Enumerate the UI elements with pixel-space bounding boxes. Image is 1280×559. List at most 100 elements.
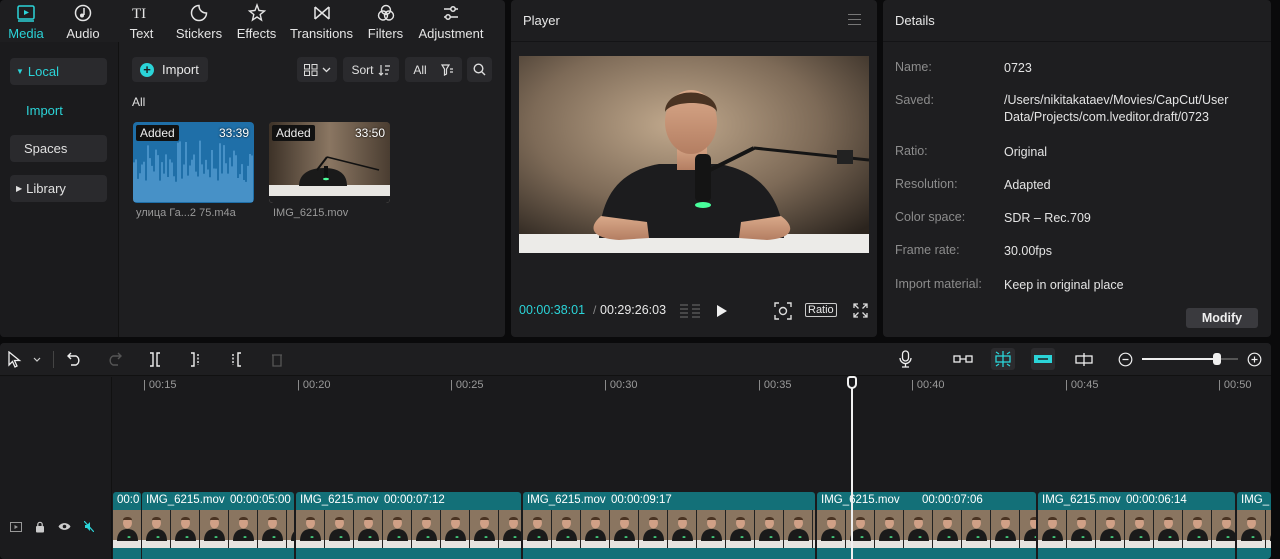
mute-icon[interactable]	[84, 521, 94, 532]
timeline-toolbar	[0, 343, 1271, 376]
sidebar-item-local[interactable]: ▼ Local	[10, 58, 107, 85]
duration-label: 33:50	[354, 126, 385, 140]
section-label: All	[132, 95, 146, 109]
media-sidebar: ▼ Local Import Spaces ▶ Library	[0, 42, 119, 337]
undo-icon[interactable]	[67, 352, 82, 366]
clip-filmstrip	[1038, 510, 1235, 548]
trim-right-icon[interactable]	[230, 352, 242, 367]
filters-icon	[377, 4, 394, 21]
tab-audio[interactable]: Audio	[52, 0, 114, 42]
clip-filmstrip	[1237, 510, 1271, 548]
text-icon: TI	[132, 6, 146, 22]
lock-icon[interactable]	[35, 521, 45, 533]
total-time: 00:29:26:03	[600, 303, 667, 317]
time-separator: /	[593, 303, 597, 317]
microphone-icon[interactable]	[899, 350, 912, 368]
tab-filters[interactable]: Filters	[359, 0, 412, 42]
ruler-tick: | 00:25	[450, 379, 484, 391]
timeline-panel: | 00:15 | 00:20 | 00:25 | 00:30 | 00:35 …	[0, 343, 1271, 559]
media-item-audio[interactable]: Added 33:39	[133, 122, 254, 203]
tab-label: Filters	[367, 26, 404, 41]
timeline-layout-icon[interactable]	[679, 303, 701, 319]
link-icon[interactable]	[953, 354, 973, 364]
modify-button[interactable]: Modify	[1186, 308, 1258, 328]
player-title: Player	[523, 13, 560, 28]
svg-text:TI: TI	[132, 6, 146, 22]
playhead-handle[interactable]	[847, 376, 857, 389]
filter-icon	[440, 63, 453, 76]
tab-text[interactable]: TI Text	[114, 0, 169, 42]
ruler-tick: | 00:30	[604, 379, 638, 391]
sidebar-item-import[interactable]: Import	[26, 103, 63, 118]
snap-button[interactable]	[991, 348, 1015, 370]
video-frame-image	[519, 56, 869, 253]
audio-icon	[74, 4, 92, 22]
tab-label: Adjustment	[418, 26, 484, 41]
chevron-down-icon: ▼	[16, 67, 24, 76]
menu-icon[interactable]	[848, 14, 861, 25]
stickers-icon	[190, 4, 208, 22]
clip-filmstrip	[296, 510, 521, 548]
filter-button[interactable]: All	[405, 57, 462, 82]
sidebar-item-library[interactable]: ▶ Library	[10, 175, 107, 202]
delete-icon[interactable]	[271, 352, 283, 367]
video-preview[interactable]	[519, 56, 869, 253]
zoom-slider-handle[interactable]	[1212, 353, 1221, 365]
play-icon[interactable]	[716, 304, 728, 318]
search-button[interactable]	[467, 57, 492, 82]
fullscreen-crop-icon[interactable]	[774, 302, 792, 320]
eye-icon[interactable]	[58, 522, 71, 531]
media-icon	[17, 5, 35, 22]
sort-icon	[378, 64, 390, 76]
video-track-icon	[10, 522, 22, 532]
chevron-down-icon	[322, 67, 330, 72]
added-badge: Added	[272, 125, 315, 141]
snap-icon	[995, 351, 1011, 367]
view-mode-button[interactable]	[297, 57, 337, 82]
expand-icon[interactable]	[853, 303, 868, 318]
timeline-clip[interactable]: IMG_6215.mov 00:00:07:06	[817, 492, 1036, 559]
zoom-in-icon[interactable]	[1247, 352, 1262, 367]
plus-icon: +	[140, 62, 154, 77]
timeline-clip[interactable]: IMG_6215.mov 00:00:07:12	[296, 492, 521, 559]
tab-effects[interactable]: Effects	[229, 0, 284, 42]
timeline-ruler[interactable]: | 00:15 | 00:20 | 00:25 | 00:30 | 00:35 …	[112, 377, 1271, 393]
redo-icon[interactable]	[107, 352, 122, 366]
playhead[interactable]	[851, 378, 853, 559]
zoom-slider-fill	[1142, 358, 1217, 360]
top-nav: Media Audio TI Text Stickers Effects Tra…	[0, 0, 505, 42]
media-item-name: улица Га...2 75.m4a	[136, 207, 236, 219]
current-time: 00:00:38:01	[519, 303, 586, 317]
split-icon[interactable]	[149, 352, 161, 367]
split-view-icon[interactable]	[1075, 352, 1093, 367]
clip-filmstrip	[817, 510, 1036, 548]
tab-label: Transitions	[289, 26, 354, 41]
media-item-video[interactable]: Added 33:50	[269, 122, 390, 203]
timeline-clip[interactable]: IMG_6215.mov 00:00:06:14	[1038, 492, 1235, 559]
clip-filmstrip	[523, 510, 815, 548]
tab-label: Media	[8, 26, 44, 41]
import-button[interactable]: + Import	[132, 57, 208, 82]
tab-transitions[interactable]: Transitions	[284, 0, 359, 42]
link-clips-button[interactable]	[1031, 348, 1055, 370]
zoom-out-icon[interactable]	[1118, 352, 1133, 367]
tab-label: Text	[129, 26, 154, 41]
zoom-slider[interactable]	[1142, 353, 1238, 365]
ratio-button[interactable]: Ratio	[805, 303, 837, 317]
clip-filmstrip	[113, 510, 141, 548]
tab-media[interactable]: Media	[0, 0, 52, 42]
trim-left-icon[interactable]	[190, 352, 202, 367]
timeline-clip[interactable]: 00:0	[113, 492, 141, 559]
chevron-down-icon[interactable]	[33, 357, 41, 362]
timeline-clip[interactable]: IMG_6215.mov 00:00:09:17	[523, 492, 815, 559]
clip-filmstrip	[142, 510, 294, 548]
select-cursor-icon[interactable]	[8, 351, 22, 368]
sort-button[interactable]: Sort	[343, 57, 399, 82]
timeline-clip[interactable]: IMG_6215.mov 00:00:05:00	[142, 492, 294, 559]
sidebar-item-spaces[interactable]: Spaces	[10, 135, 107, 162]
chain-icon	[1034, 355, 1052, 363]
duration-label: 33:39	[218, 126, 249, 140]
timeline-clip[interactable]: IMG_	[1237, 492, 1271, 559]
tab-stickers[interactable]: Stickers	[169, 0, 229, 42]
tab-adjustment[interactable]: Adjustment	[412, 0, 490, 42]
